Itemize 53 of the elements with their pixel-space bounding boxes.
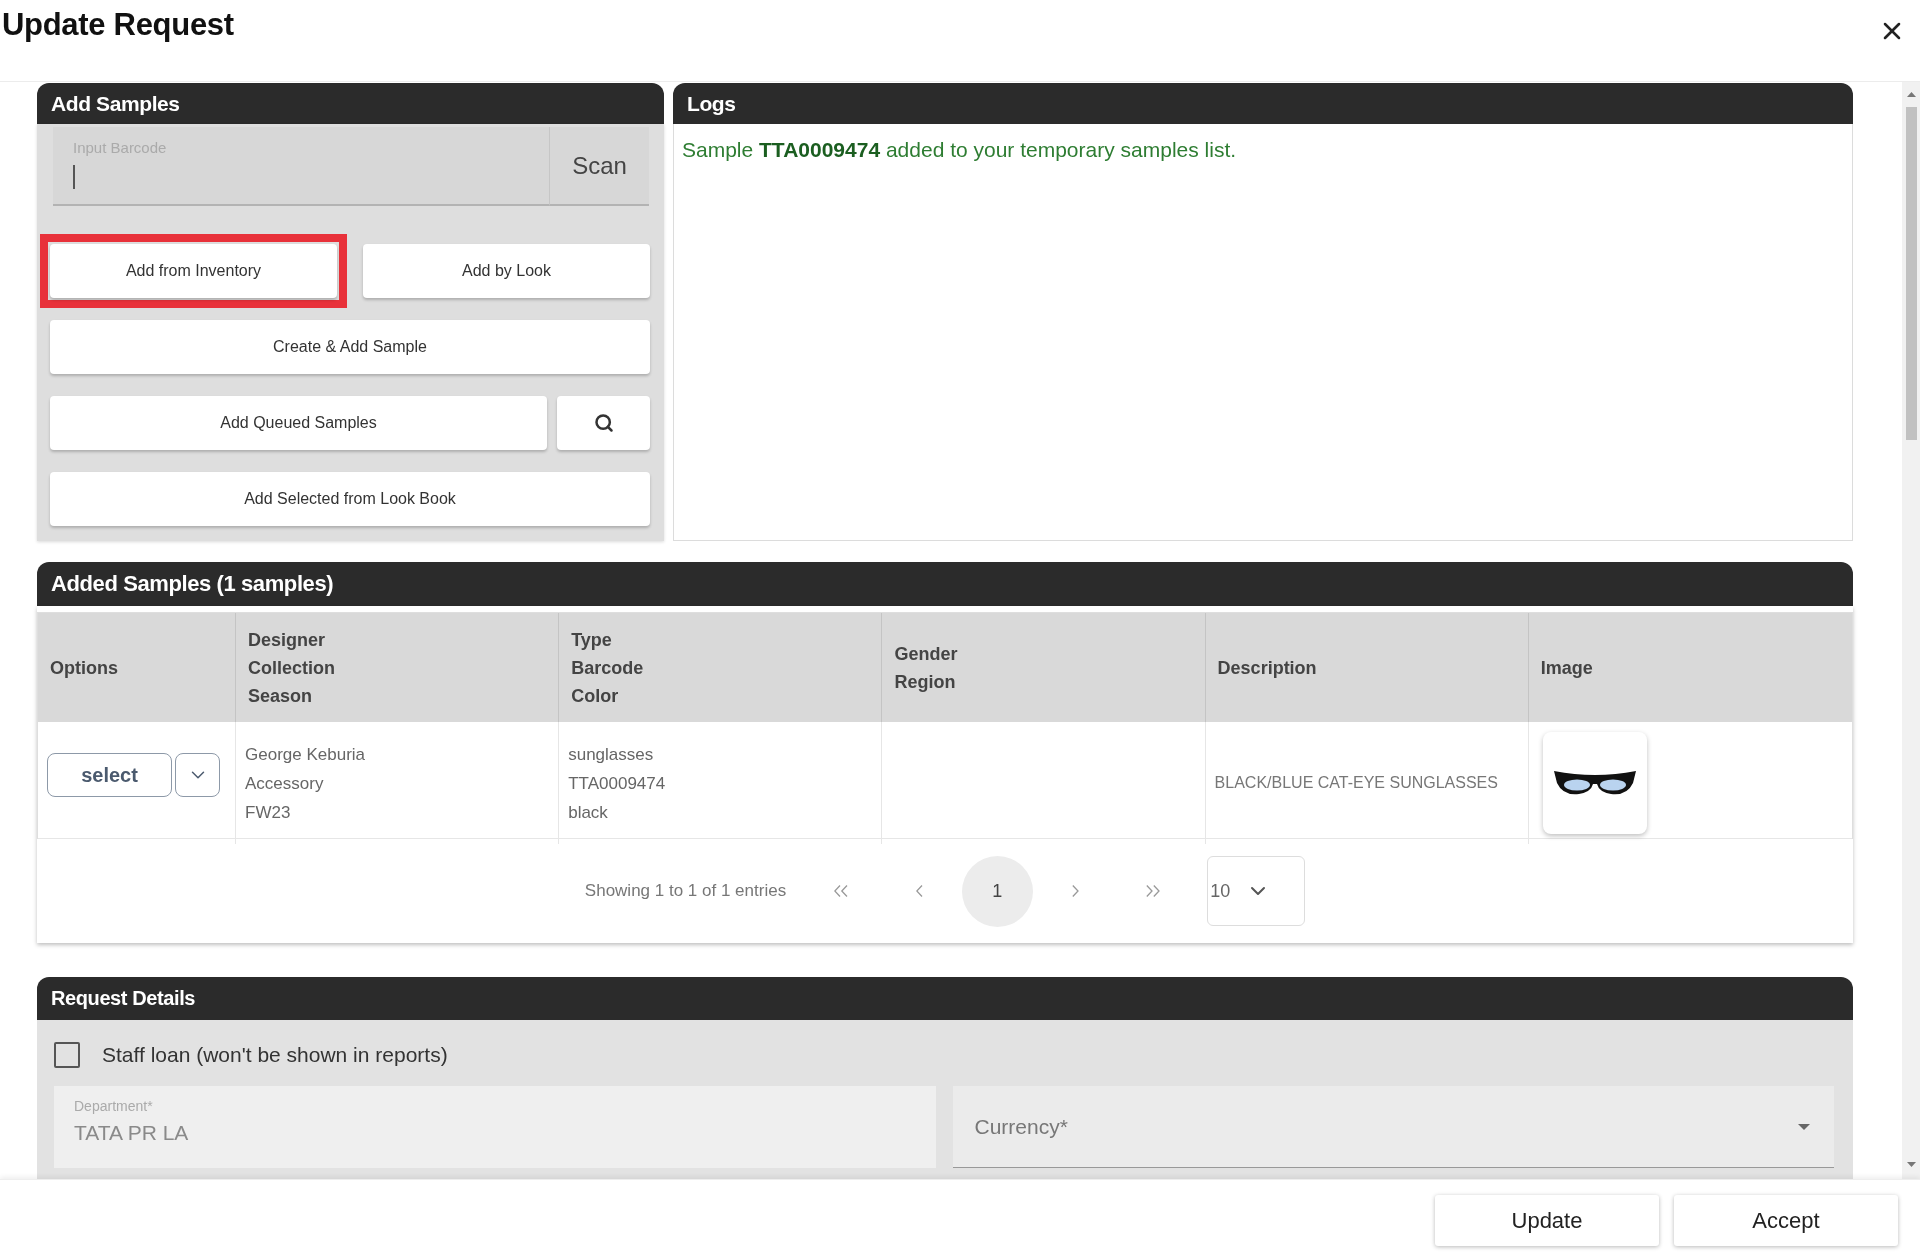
panel-header: Add Samples (37, 83, 664, 124)
column-heading: Color (571, 684, 620, 708)
panel-header: Added Samples (1 samples) (37, 562, 1853, 606)
pagination-summary: Showing 1 to 1 of 1 entries (584, 881, 787, 901)
column-heading: Options (50, 656, 119, 680)
scan-button[interactable]: Scan (549, 127, 649, 206)
column-heading: Image (1540, 656, 1594, 680)
scroll-down-icon[interactable] (1906, 1162, 1916, 1167)
column-heading: Season (248, 684, 314, 708)
cell-text: BLACK/BLUE CAT-EYE SUNGLASSES (1214, 773, 1499, 793)
column-heading: Description (1217, 656, 1318, 680)
log-message: Sample TTA0009474 added to your temporary samples list. (682, 137, 1238, 163)
panel-header: Logs (673, 83, 1853, 124)
action-button[interactable]: Add by Look (363, 244, 650, 298)
checkbox[interactable] (54, 1042, 80, 1068)
column-heading: Region (894, 670, 957, 694)
text-cursor (73, 165, 75, 189)
cell-text: TTA0009474 (568, 772, 667, 795)
cell-text: sunglasses (568, 743, 655, 766)
footer-button[interactable]: Update (1435, 1195, 1659, 1246)
page-size-select[interactable]: 10 (1207, 856, 1306, 926)
field-value: TATA PR LA (74, 1120, 190, 1146)
action-button[interactable]: Create & Add Sample (50, 320, 650, 374)
column-heading: Gender (894, 642, 959, 666)
column-heading: Collection (248, 656, 336, 680)
column-heading: Designer (248, 628, 327, 652)
cell-text: George Keburia (245, 743, 367, 766)
scroll-up-icon[interactable] (1906, 92, 1916, 97)
select-button[interactable]: select (47, 753, 172, 797)
column-heading: Barcode (571, 656, 645, 680)
cell-text: Accessory (245, 772, 325, 795)
currency-select[interactable]: Currency* (952, 1086, 1834, 1168)
search-icon (593, 413, 614, 433)
footer-button[interactable]: Accept (1674, 1195, 1898, 1246)
double-chevron-right-icon (1146, 885, 1161, 897)
cell-text: black (568, 801, 609, 824)
search-button[interactable] (557, 396, 650, 450)
double-chevron-left-icon (834, 885, 849, 897)
action-button[interactable]: Add Queued Samples (50, 396, 547, 450)
dropdown-button[interactable] (175, 753, 220, 797)
page-button[interactable]: 1 (961, 855, 1033, 927)
action-button[interactable]: Add from Inventory (50, 244, 337, 298)
action-button[interactable]: Add Selected from Look Book (50, 472, 650, 526)
panel-header: Request Details (37, 977, 1853, 1020)
checkbox-label: Staff loan (won't be shown in reports) (102, 1043, 448, 1067)
chevron-left-icon (915, 885, 923, 897)
column-heading: Type (571, 628, 613, 652)
window-title: Update Request (2, 6, 234, 44)
dropdown-arrow-icon (1798, 1123, 1810, 1130)
field-label: Department* (74, 1098, 154, 1114)
cell-text: FW23 (245, 801, 292, 824)
scrollbar-thumb[interactable] (1905, 107, 1917, 440)
chevron-right-icon (1071, 885, 1079, 897)
